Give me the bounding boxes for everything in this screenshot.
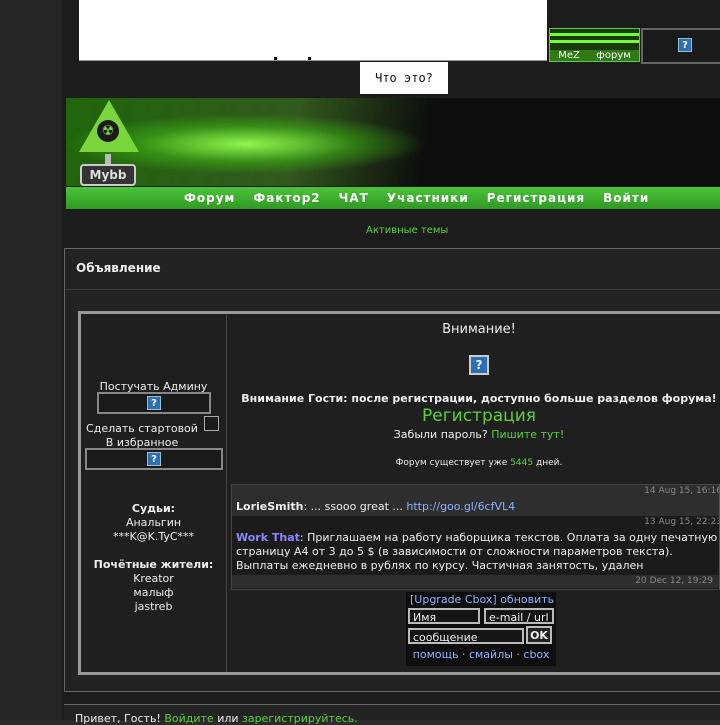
message-author[interactable]: Work That <box>236 531 300 544</box>
register-link[interactable]: Регистрация <box>229 406 720 426</box>
nav-register[interactable]: Регистрация <box>487 191 585 205</box>
forum-mini-banner[interactable]: MeZ форум <box>549 28 640 62</box>
help-link[interactable]: помощь <box>413 648 459 661</box>
guest-notice: Внимание Гости: после регистрации, досту… <box>241 392 717 405</box>
top-right-image-box[interactable]: ? <box>641 28 720 64</box>
honored-title: Почётные жители: <box>93 558 214 571</box>
cbox-name-input[interactable]: Имя <box>408 608 480 624</box>
whatis-button[interactable]: Что это? <box>360 62 448 94</box>
message-link[interactable]: http://goo.gl/6cfVL4 <box>406 500 515 513</box>
nav-users[interactable]: Участники <box>387 191 469 205</box>
favorites-button[interactable]: ? <box>85 448 223 470</box>
top-ad-banner[interactable] <box>79 0 547 61</box>
main-nav: Форум Фактор2 ЧАТ Участники Регистрация … <box>66 187 720 209</box>
cbox-form: [Upgrade Cbox] обновить Имя e-mail / url… <box>406 592 556 666</box>
cbox-email-input[interactable]: e-mail / url <box>484 608 554 624</box>
attention-heading: Внимание! <box>442 322 516 337</box>
register-footer-link[interactable]: зарегистрируйтесь. <box>242 712 358 725</box>
favorites-icon: ? <box>147 452 161 466</box>
nav-forum[interactable]: Форум <box>184 191 235 205</box>
forum-header: ☢ Mybb <box>66 98 720 186</box>
cbox-link[interactable]: cbox <box>523 648 549 661</box>
judges-title: Судьи: <box>131 502 176 515</box>
cbox-links: помощь · смайлы · cbox <box>412 648 550 661</box>
make-start-checkbox[interactable] <box>204 416 219 431</box>
message-author[interactable]: LorieSmith <box>236 500 303 513</box>
honored-1[interactable]: Kreator <box>81 572 226 585</box>
smilies-link[interactable]: смайлы <box>469 648 513 661</box>
nav-factor2[interactable]: Фактор2 <box>253 191 320 205</box>
cbox-ok-button[interactable]: OK <box>526 626 552 644</box>
announcement-sidebar: Постучать Админу ? Сделать стартовой В и… <box>81 314 227 672</box>
forum-age-days: 5445 <box>510 458 534 468</box>
mini-banner-label: MeZ форум <box>550 50 639 61</box>
mini-banner-left: MeZ <box>558 50 580 61</box>
message-item: LorieSmith: ... ssooo great ... http://g… <box>232 498 720 516</box>
left-margin-strip <box>0 0 63 720</box>
forum-age-prefix: Форум существует уже <box>395 458 508 468</box>
message-text: : ... ssooo great ... <box>303 500 407 513</box>
login-link[interactable]: Войдите <box>164 712 213 725</box>
forgot-link[interactable]: Пишите тут! <box>491 428 564 441</box>
forum-age: Форум существует уже 5445 дней. <box>229 458 720 468</box>
nav-chat[interactable]: ЧАТ <box>339 191 369 205</box>
mybb-logo[interactable]: Mybb <box>80 164 136 186</box>
missing-image-icon: ? <box>678 38 692 52</box>
judge-2[interactable]: ***K@K.TyC*** <box>81 530 226 543</box>
announcement-divider <box>65 289 720 290</box>
cbox-form-header: [Upgrade Cbox] обновить <box>410 593 554 606</box>
knock-admin-button[interactable]: ? <box>97 392 211 414</box>
knock-admin-icon: ? <box>147 396 161 410</box>
upgrade-cbox-link[interactable]: [Upgrade Cbox] <box>410 593 497 606</box>
or-text: или <box>217 712 239 725</box>
forgot-prefix: Забыли пароль? <box>393 428 488 441</box>
cbox-messages: 14 Aug 15, 16:16 LorieSmith: ... ssooo g… <box>231 484 720 590</box>
announcement-content: Постучать Админу ? Сделать стартовой В и… <box>78 311 720 675</box>
message-time: 13 Aug 15, 22:23 <box>232 516 720 529</box>
forum-age-suffix: дней. <box>535 458 563 468</box>
make-start-label: Сделать стартовой <box>86 422 198 435</box>
announcement-block: Объявление Постучать Админу ? Сделать ст… <box>64 248 720 692</box>
message-time: 20 Dec 12, 19:29 <box>232 575 719 588</box>
mini-banner-right: форум <box>596 50 631 61</box>
forgot-password: Забыли пароль? Пишите тут! <box>229 428 720 441</box>
nav-login[interactable]: Войти <box>603 191 649 205</box>
greeting-text: Привет, Гость! <box>75 712 161 725</box>
judge-1[interactable]: Анальгин <box>81 516 226 529</box>
active-topics-link[interactable]: Активные темы <box>366 225 448 236</box>
message-item: Work That: Приглашаем на работу наборщик… <box>232 529 720 575</box>
attention-image-icon: ? <box>469 355 489 375</box>
refresh-link[interactable]: обновить <box>500 593 554 606</box>
message-time: 14 Aug 15, 16:16 <box>232 485 720 498</box>
honored-2[interactable]: малыф <box>81 586 226 599</box>
message-text: : Приглашаем на работу наборщика текстов… <box>236 531 718 572</box>
welcome-bar: Привет, Гость! Войдите или зарегистрируй… <box>64 704 720 725</box>
banner-dots <box>274 56 334 60</box>
announcement-title: Объявление <box>76 261 161 275</box>
page: MeZ форум ? Что это? ☢ Mybb Форум Фактор… <box>62 0 720 725</box>
honored-3[interactable]: jastreb <box>81 600 226 613</box>
attention-image: ? <box>229 354 720 375</box>
cbox-message-input[interactable]: сообщение <box>408 628 524 644</box>
header-green-burst <box>66 98 720 186</box>
announcement-main: Внимание! ? Внимание Гости: после регист… <box>229 314 720 672</box>
radiation-symbol-icon: ☢ <box>97 120 119 142</box>
